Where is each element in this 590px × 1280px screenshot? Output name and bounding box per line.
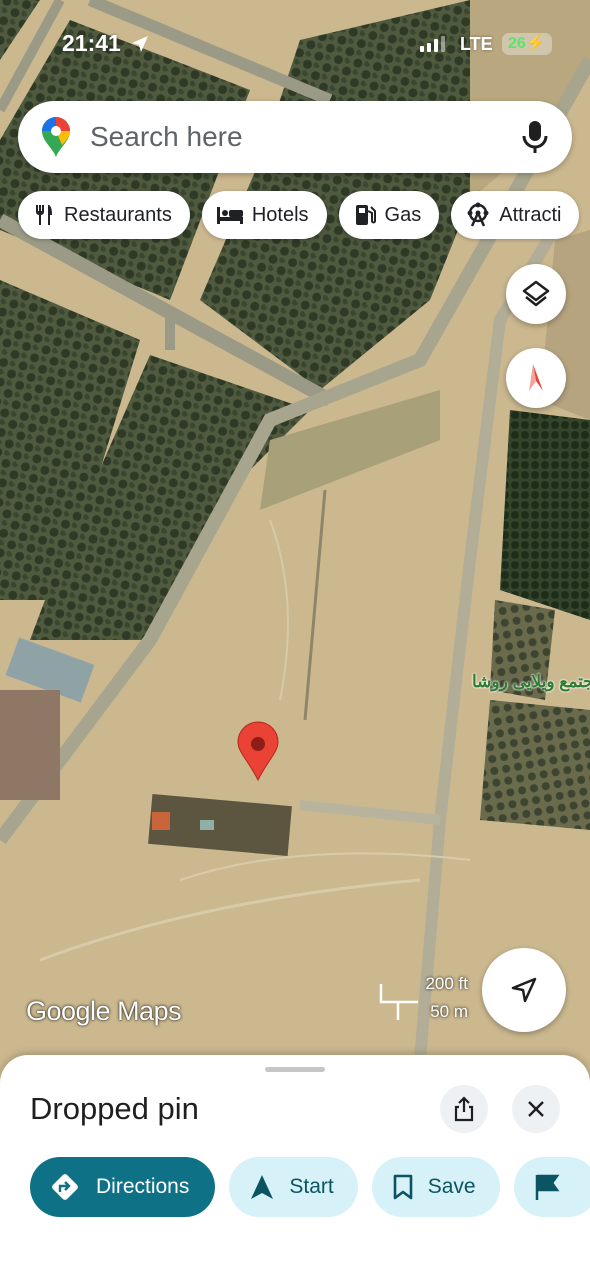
start-label: Start — [289, 1175, 334, 1198]
status-time: 21:41 — [62, 30, 121, 56]
bed-icon — [216, 207, 243, 224]
search-bar[interactable]: Search here — [18, 101, 572, 173]
navigation-arrow-icon — [511, 977, 537, 1003]
scale-feet: 200 ft — [425, 974, 468, 993]
search-input[interactable]: Search here — [90, 121, 520, 153]
battery-indicator: 26⚡ — [502, 33, 552, 55]
compass-icon — [529, 364, 543, 391]
drag-handle[interactable] — [265, 1067, 325, 1072]
signal-bars-icon — [420, 36, 445, 52]
directions-button[interactable]: Directions — [30, 1157, 216, 1217]
directions-label: Directions — [96, 1175, 190, 1198]
scale-bar: 200 ft 50 m — [378, 972, 470, 1022]
gas-pump-icon — [355, 205, 376, 225]
navigation-arrow-icon — [251, 1175, 274, 1199]
bookmark-icon — [393, 1174, 413, 1200]
chip-attractions[interactable]: Attracti — [451, 191, 580, 239]
microphone-icon[interactable] — [520, 119, 550, 155]
place-bottom-sheet[interactable]: Dropped pin Directions Start Save — [0, 1055, 590, 1280]
scale-meters: 50 m — [430, 1002, 468, 1021]
layers-button[interactable] — [506, 264, 566, 324]
chip-gas[interactable]: Gas — [338, 191, 440, 239]
save-label: Save — [427, 1175, 476, 1198]
status-bar: 21:41 LTE 26⚡ — [0, 28, 590, 64]
google-maps-pin-icon — [42, 117, 70, 157]
place-title: Dropped pin — [30, 1091, 199, 1126]
fork-knife-icon — [36, 205, 52, 225]
my-location-button[interactable] — [482, 948, 566, 1032]
label-button[interactable] — [513, 1157, 590, 1217]
directions-diamond-icon — [52, 1174, 78, 1200]
chip-label: Gas — [384, 203, 422, 226]
close-icon — [528, 1101, 544, 1117]
flag-icon — [535, 1174, 560, 1200]
share-button[interactable] — [440, 1085, 488, 1133]
charging-bolt-icon: ⚡ — [525, 35, 546, 52]
ferris-wheel-icon — [467, 202, 489, 227]
google-maps-watermark: Google Maps — [26, 996, 182, 1026]
battery-level: 26 — [508, 35, 526, 52]
chip-hotels[interactable]: Hotels — [201, 191, 327, 239]
chip-label: Hotels — [251, 203, 309, 226]
close-button[interactable] — [512, 1085, 560, 1133]
chip-label: Attracti — [499, 203, 562, 226]
category-chips: Restaurants Hotels Gas Attracti — [18, 191, 580, 239]
network-type: LTE — [460, 34, 493, 54]
scale-ruler-icon — [379, 984, 418, 1020]
chip-restaurants[interactable]: Restaurants — [18, 191, 190, 239]
action-buttons: Directions Start Save — [30, 1157, 590, 1217]
place-label[interactable]: مجتمع ویلایی روشا — [472, 672, 590, 692]
save-button[interactable]: Save — [371, 1157, 500, 1217]
compass-button[interactable] — [506, 348, 566, 408]
layers-icon — [522, 280, 550, 307]
location-arrow-icon — [132, 36, 148, 52]
share-icon — [454, 1096, 474, 1122]
start-button[interactable]: Start — [229, 1157, 358, 1217]
chip-label: Restaurants — [64, 203, 172, 226]
